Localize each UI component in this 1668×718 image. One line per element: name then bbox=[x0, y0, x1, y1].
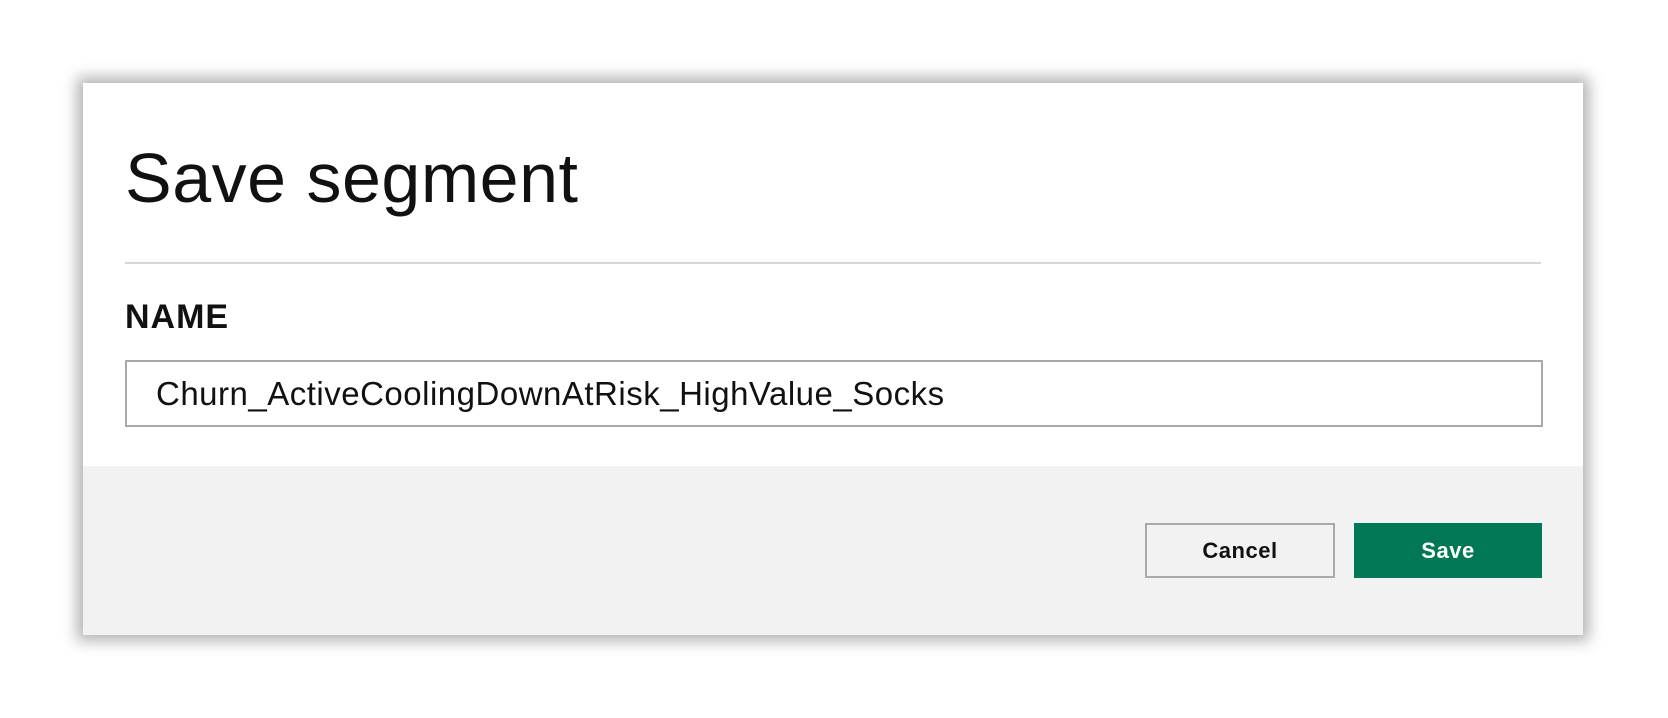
dialog-body: Save segment NAME bbox=[83, 83, 1583, 466]
cancel-button[interactable]: Cancel bbox=[1145, 523, 1335, 578]
save-button[interactable]: Save bbox=[1354, 523, 1542, 578]
title-divider bbox=[125, 262, 1541, 264]
dialog-title: Save segment bbox=[125, 139, 579, 217]
save-segment-dialog: Save segment NAME Cancel Save bbox=[83, 83, 1583, 635]
dialog-footer: Cancel Save bbox=[83, 466, 1583, 635]
segment-name-input[interactable] bbox=[125, 360, 1543, 427]
name-field-label: NAME bbox=[125, 298, 230, 336]
